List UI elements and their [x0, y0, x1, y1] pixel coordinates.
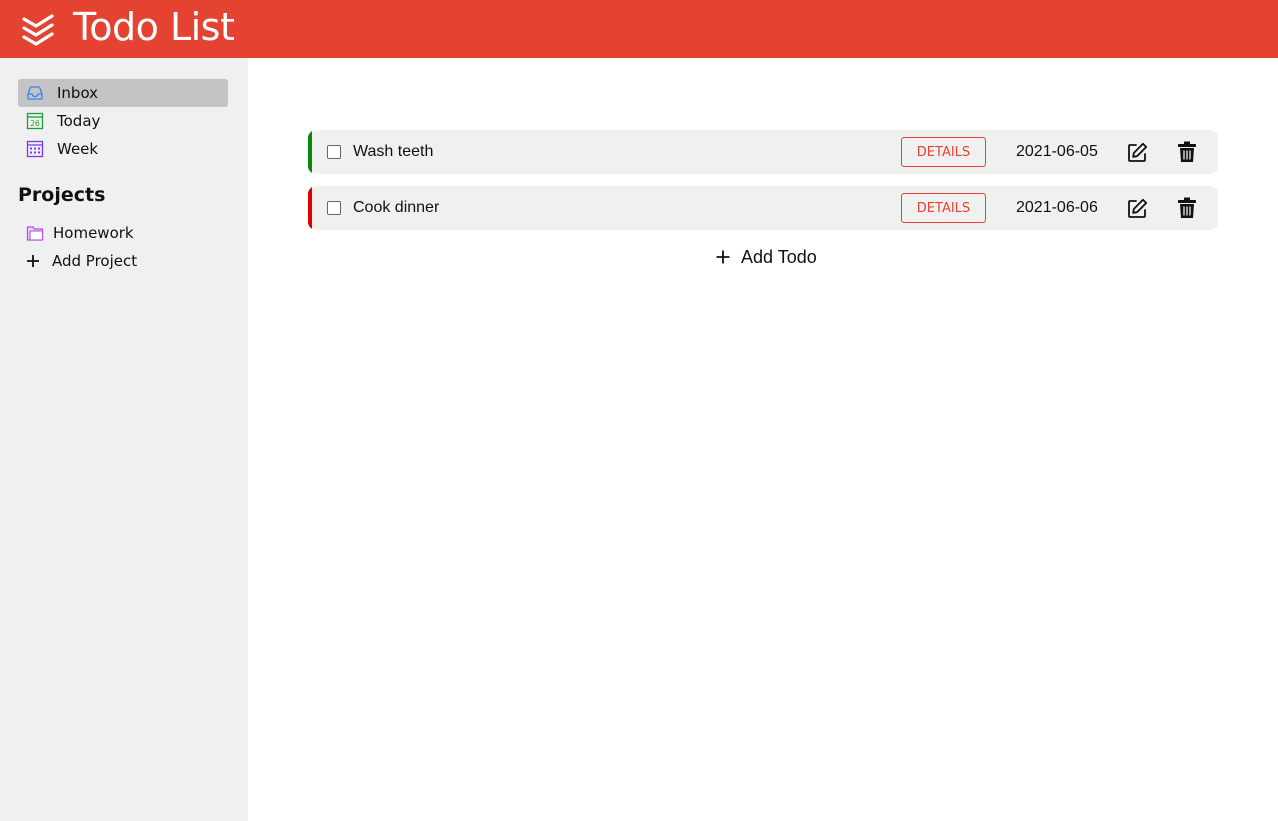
todo-item: Wash teeth DETAILS 2021-06-05 [308, 130, 1218, 174]
todo-checkbox[interactable] [327, 201, 341, 215]
trash-icon[interactable] [1177, 197, 1197, 219]
inbox-tray-icon [27, 86, 43, 100]
add-project-button[interactable]: Add Project [18, 247, 137, 275]
sidebar-item-today[interactable]: 26 Today [18, 107, 228, 135]
calendar-week-icon [26, 140, 44, 158]
edit-icon[interactable] [1127, 198, 1148, 219]
app-header: Todo List [0, 0, 1278, 58]
calendar-day-icon: 26 [26, 112, 44, 130]
sidebar-item-label: Inbox [57, 84, 99, 102]
todo-item: Cook dinner DETAILS 2021-06-06 [308, 186, 1218, 230]
app-title: Todo List [73, 5, 235, 49]
trash-icon[interactable] [1177, 141, 1197, 163]
add-todo-button[interactable]: Add Todo [716, 244, 817, 270]
sidebar-item-week[interactable]: Week [18, 135, 228, 163]
priority-indicator [308, 130, 312, 174]
folder-icon [26, 226, 44, 241]
priority-indicator [308, 186, 312, 230]
todo-due-date: 2021-06-06 [1016, 199, 1098, 216]
calendar-day-number: 26 [30, 119, 40, 128]
sidebar-item-inbox[interactable]: Inbox [18, 79, 228, 107]
todo-checkbox[interactable] [327, 145, 341, 159]
stacked-chevrons-icon [22, 14, 54, 46]
add-todo-label: Add Todo [741, 246, 817, 267]
project-item-homework[interactable]: Homework [18, 219, 134, 247]
projects-heading: Projects [18, 184, 106, 206]
sidebar-item-label: Week [57, 140, 99, 158]
sidebar: Inbox 26 Today Week Projects Homework Ad… [0, 58, 248, 821]
project-item-label: Homework [53, 224, 134, 242]
edit-icon[interactable] [1127, 142, 1148, 163]
sidebar-item-label: Today [57, 112, 101, 130]
todo-due-date: 2021-06-05 [1016, 143, 1098, 160]
add-project-label: Add Project [52, 252, 138, 270]
plus-icon [27, 255, 39, 267]
todo-title: Wash teeth [353, 143, 434, 160]
details-button[interactable]: DETAILS [901, 137, 986, 167]
todo-title: Cook dinner [353, 199, 440, 216]
details-button[interactable]: DETAILS [901, 193, 986, 223]
plus-icon [716, 250, 730, 264]
